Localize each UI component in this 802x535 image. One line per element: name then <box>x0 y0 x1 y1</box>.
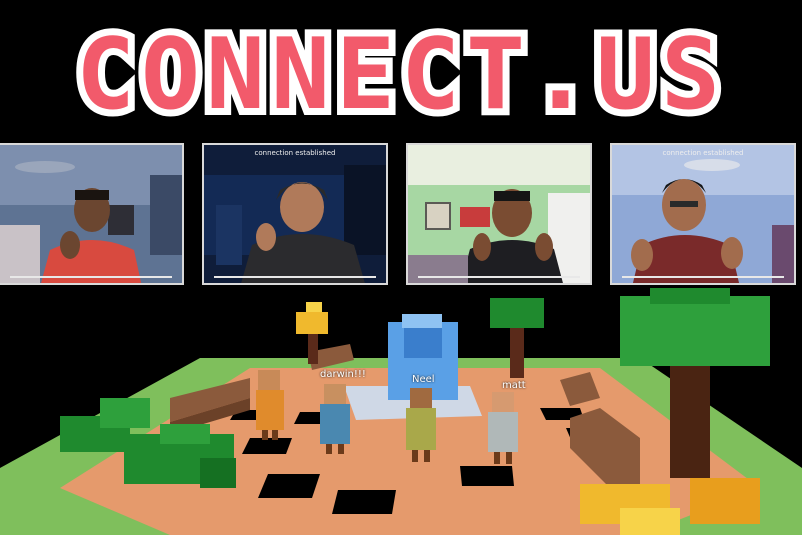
video-tile-1[interactable] <box>0 143 184 285</box>
avatar-darwin[interactable] <box>320 384 350 454</box>
participant-video-1 <box>0 145 182 283</box>
video-tile-4[interactable]: connection established <box>610 143 796 285</box>
player-name-tag: Neel <box>412 374 435 385</box>
player-name-tag: darwin!!! <box>320 369 366 380</box>
connection-status: connection established <box>662 149 744 157</box>
player-name-tag: matt <box>502 380 526 391</box>
video-tile-3[interactable] <box>406 143 592 285</box>
app-logo: CONNECT.US CONNECT.US <box>69 11 727 139</box>
tile-progress-bar <box>214 276 376 278</box>
tile-progress-bar <box>10 276 172 278</box>
logo-text: CONNECT.US <box>76 18 726 132</box>
participant-video-4 <box>612 145 794 283</box>
participant-video-3 <box>408 145 590 283</box>
participant-video-2 <box>204 145 386 283</box>
tile-progress-bar <box>418 276 580 278</box>
avatar-player-1[interactable] <box>256 370 284 440</box>
game-world[interactable] <box>0 288 802 535</box>
tile-progress-bar <box>622 276 784 278</box>
video-tile-2[interactable]: connection established <box>202 143 388 285</box>
connection-status: connection established <box>254 149 336 157</box>
